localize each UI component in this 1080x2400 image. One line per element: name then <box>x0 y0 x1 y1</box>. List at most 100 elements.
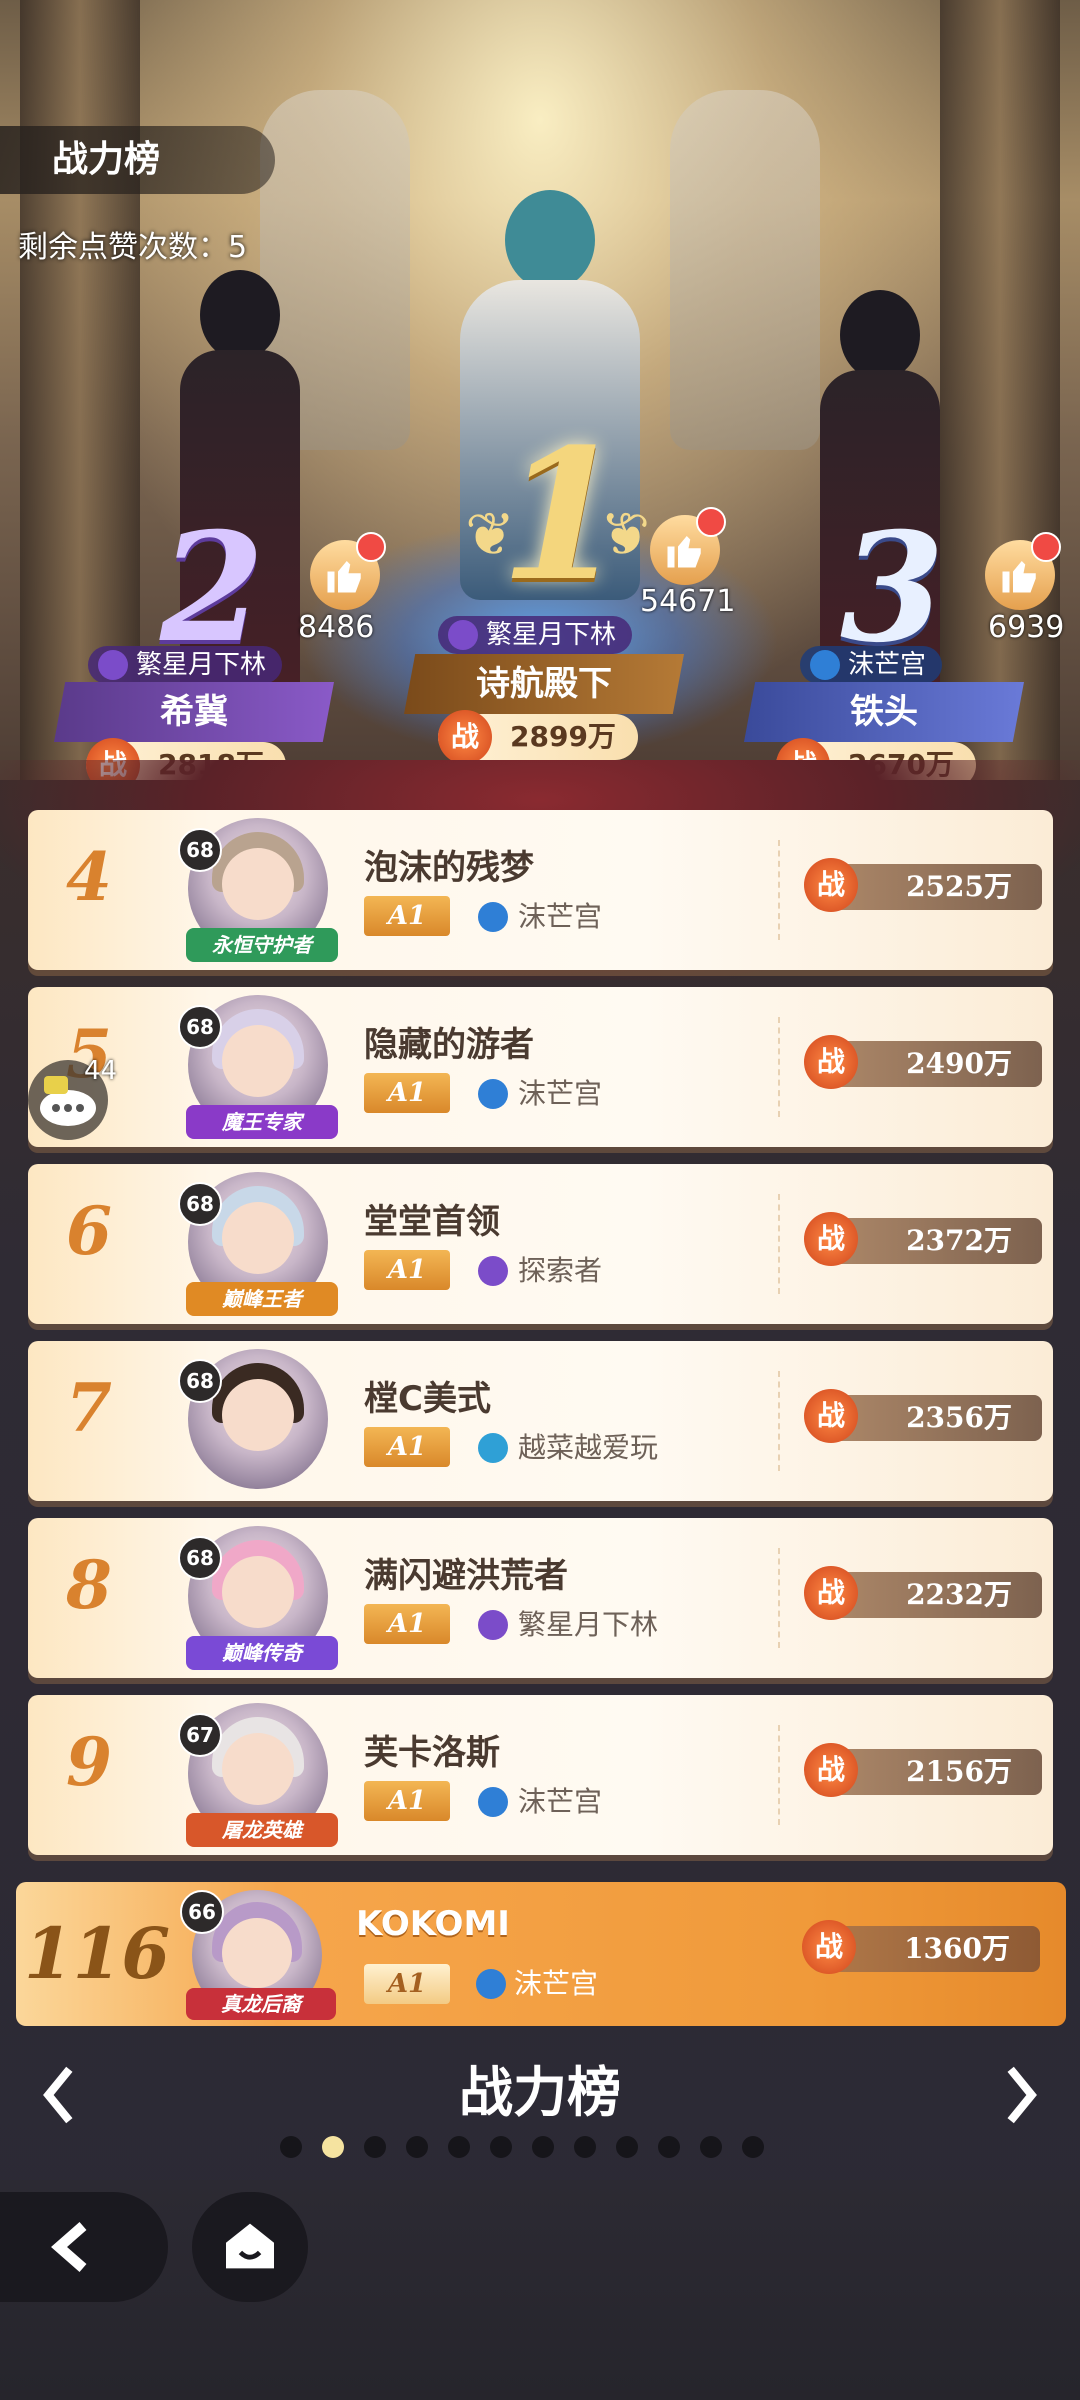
page-dot[interactable] <box>532 2136 554 2158</box>
divider <box>778 1725 782 1825</box>
my-rank-row[interactable]: 116 66 真龙后裔 KOKOMI A1 沫芒宫 战 1360万 <box>16 1882 1066 2026</box>
power-value-pill: 战 2156万 <box>804 1743 1042 1797</box>
thumbs-up-icon <box>327 561 361 593</box>
guild-name: 繁星月下林 <box>518 1608 659 1641</box>
rank1-power-value: 2899万 <box>510 720 616 753</box>
thumbs-up-icon <box>667 536 701 568</box>
table-row[interactable]: 6 68 巅峰王者 堂堂首领 A1 探索者 战 2372万 <box>28 1164 1053 1324</box>
page-dot[interactable] <box>574 2136 596 2158</box>
rank3-name[interactable]: 铁头 <box>744 682 1024 742</box>
guild-emblem-icon <box>98 650 128 680</box>
rank3-like-button[interactable] <box>985 532 1061 610</box>
page-dot[interactable] <box>616 2136 638 2158</box>
guild-name: 沫芒宫 <box>518 1785 603 1818</box>
power-icon: 战 <box>804 858 858 912</box>
power-icon: 战 <box>438 710 492 764</box>
notification-dot <box>1031 532 1061 562</box>
bottom-nav <box>0 2180 1080 2400</box>
page-dot[interactable] <box>406 2136 428 2158</box>
page-dot[interactable] <box>280 2136 302 2158</box>
rank-number: 4 <box>66 838 112 916</box>
table-row[interactable]: 4 68 永恒守护者 泡沫的残梦 A1 沫芒宫 战 2525万 <box>28 810 1053 970</box>
rank2-guild: 繁星月下林 <box>88 646 283 684</box>
power-value-pill: 战 2372万 <box>804 1212 1042 1266</box>
rank2-like-button[interactable] <box>310 532 386 610</box>
page-indicator[interactable] <box>280 2136 764 2162</box>
power-icon: 战 <box>804 1035 858 1089</box>
tier-badge: A1 <box>364 1604 450 1644</box>
power-value: 2490万 <box>906 1047 1012 1080</box>
guild-emblem-icon <box>478 1256 508 1286</box>
rank1-like-button[interactable] <box>650 507 726 585</box>
home-button[interactable] <box>192 2192 308 2302</box>
page-dot[interactable] <box>322 2136 344 2158</box>
guild-emblem-icon <box>478 1433 508 1463</box>
player-name: 堂堂首领 <box>364 1202 500 1242</box>
board-title: 战力榜 <box>459 2061 621 2124</box>
rank1-guild-name: 繁星月下林 <box>486 620 617 650</box>
table-row[interactable]: 7 68 樘C美式 A1 越菜越爱玩 战 2356万 <box>28 1341 1053 1501</box>
guild-name: 沫芒宫 <box>518 900 603 933</box>
player-name: 樘C美式 <box>364 1379 491 1419</box>
page-title: 战力榜 <box>0 126 275 194</box>
tier-badge: A1 <box>364 1250 450 1290</box>
power-value-pill: 战 2525万 <box>804 858 1042 912</box>
my-title-badge: 真龙后裔 <box>186 1988 336 2020</box>
rank1-power: 战 2899万 <box>438 710 638 764</box>
guild-emblem-icon <box>478 1610 508 1640</box>
page-dot[interactable] <box>364 2136 386 2158</box>
table-row[interactable]: 9 67 屠龙英雄 芙卡洛斯 A1 沫芒宫 战 2156万 <box>28 1695 1053 1855</box>
rank-number: 6 <box>66 1192 112 1270</box>
my-guild-name: 沫芒宫 <box>514 1967 599 2000</box>
player-name: 泡沫的残梦 <box>364 848 534 888</box>
tier-badge: A1 <box>364 896 450 936</box>
rank3-like-count: 6939 <box>988 610 1065 645</box>
chat-count: 44 <box>84 1056 118 1086</box>
avatar-face <box>222 1733 294 1805</box>
guild-emblem-icon <box>478 1787 508 1817</box>
rank1-guild: 繁星月下林 <box>438 616 633 654</box>
level-badge: 68 <box>178 1005 222 1049</box>
guild-emblem-icon <box>478 1079 508 1109</box>
guild-name: 越菜越爱玩 <box>518 1431 659 1464</box>
page-dot[interactable] <box>742 2136 764 2158</box>
power-icon: 战 <box>804 1212 858 1266</box>
guild: 越菜越爱玩 <box>478 1431 658 1465</box>
title-badge: 巅峰王者 <box>186 1282 338 1316</box>
my-guild: 沫芒宫 <box>476 1966 598 2002</box>
table-row[interactable]: 5 68 魔王专家 隐藏的游者 A1 沫芒宫 战 2490万 <box>28 987 1053 1147</box>
guild-emblem-icon <box>448 620 478 650</box>
rank2-name[interactable]: 希冀 <box>54 682 334 742</box>
power-icon: 战 <box>804 1389 858 1443</box>
level-badge: 68 <box>178 1359 222 1403</box>
guild: 繁星月下林 <box>478 1608 658 1642</box>
my-tier-badge: A1 <box>364 1964 450 2004</box>
page-dot[interactable] <box>658 2136 680 2158</box>
guild-emblem-icon <box>476 1969 506 1999</box>
guild: 沫芒宫 <box>478 900 602 934</box>
player-name: 满闪避洪荒者 <box>364 1556 568 1596</box>
thumbs-up-icon <box>1002 561 1036 593</box>
rank-number: 9 <box>66 1723 112 1801</box>
table-row[interactable]: 8 68 巅峰传奇 满闪避洪荒者 A1 繁星月下林 战 2232万 <box>28 1518 1053 1678</box>
title-badge: 魔王专家 <box>186 1105 338 1139</box>
avatar-face <box>222 1556 294 1628</box>
rank2-like-count: 8486 <box>298 610 375 645</box>
back-button[interactable] <box>0 2192 168 2302</box>
rank1-name[interactable]: 诗航殿下 <box>404 654 684 714</box>
guild-name: 沫芒宫 <box>518 1077 603 1110</box>
page-dot[interactable] <box>490 2136 512 2158</box>
my-power-value: 1360万 <box>904 1932 1010 1965</box>
tier-badge: A1 <box>364 1073 450 1113</box>
guild-emblem-icon <box>478 902 508 932</box>
guild-emblem-icon <box>810 650 840 680</box>
level-badge: 68 <box>178 1182 222 1226</box>
guild: 沫芒宫 <box>478 1785 602 1819</box>
my-name: KOKOMI <box>356 1904 510 1944</box>
page-dot[interactable] <box>700 2136 722 2158</box>
rank1-numeral: 1 <box>500 410 626 621</box>
title-badge: 屠龙英雄 <box>186 1813 338 1847</box>
notification-dot <box>696 507 726 537</box>
divider <box>778 1371 782 1471</box>
page-dot[interactable] <box>448 2136 470 2158</box>
